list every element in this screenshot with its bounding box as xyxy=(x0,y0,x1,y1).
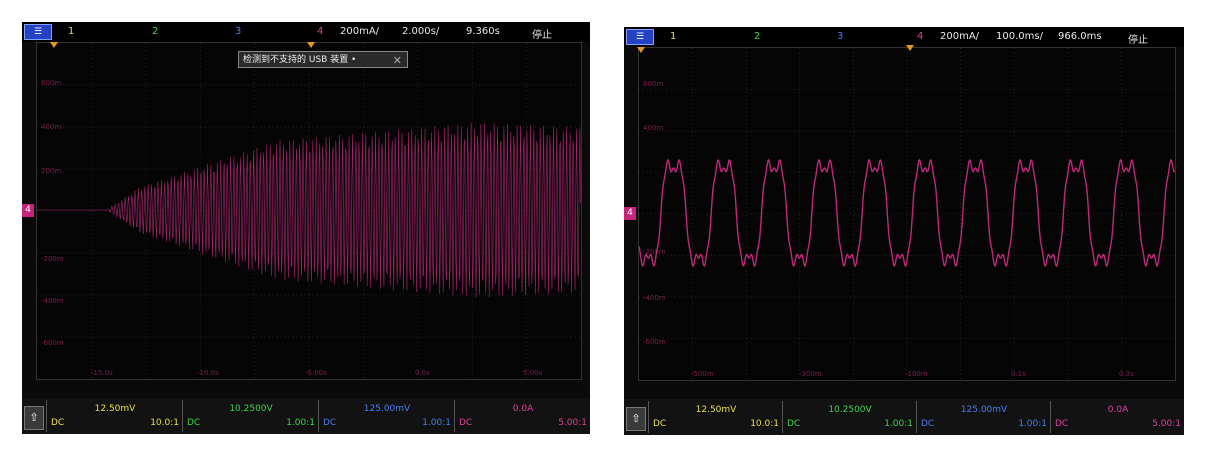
probe-ratio: 1.00:1 xyxy=(286,418,315,428)
scope-status-bar: ☰ 1 2 3 4 200mA/ 2.000s/ 9.360s 停止 xyxy=(22,22,590,42)
popup-message: 检测到不支持的 USB 装置 • xyxy=(243,55,357,65)
close-icon[interactable]: ✕ xyxy=(393,52,402,69)
oscilloscope-left: ☰ 1 2 3 4 200mA/ 2.000s/ 9.360s 停止 600m … xyxy=(22,22,590,434)
time-reference-marker[interactable] xyxy=(307,42,315,48)
x-tick-label: -300m xyxy=(799,370,822,378)
vertical-scale: 200mA/ xyxy=(340,26,380,37)
channel-value: 125.00mV xyxy=(363,404,411,414)
probe-ratio: 1.00:1 xyxy=(1018,419,1047,429)
probe-ratio: 5.00:1 xyxy=(558,418,587,428)
channel-4-indicator[interactable]: 4 xyxy=(317,26,323,37)
channel-coupling: DC xyxy=(51,418,65,428)
channel-4-indicator[interactable]: 4 xyxy=(917,31,923,42)
up-arrow-icon[interactable]: ⇧ xyxy=(24,406,44,430)
y-tick-label: -400m xyxy=(41,297,64,305)
channel-4-info[interactable]: 0.0A DC 5.00:1 xyxy=(1050,401,1184,433)
trigger-position-marker[interactable] xyxy=(637,47,645,53)
channel-coupling: DC xyxy=(459,418,473,428)
y-tick-label: 400m xyxy=(643,124,664,132)
x-tick-label: 0.0s xyxy=(415,369,430,377)
channel-value: 12.50mV xyxy=(695,405,737,415)
x-tick-label: -10.0s xyxy=(197,369,219,377)
run-status[interactable]: 停止 xyxy=(532,26,552,41)
trigger-delay: 9.360s xyxy=(466,26,500,37)
probe-ratio: 5.00:1 xyxy=(1152,419,1181,429)
y-tick-label: -600m xyxy=(41,339,64,347)
x-tick-label: 0.3s xyxy=(1119,370,1134,378)
channel-2-indicator[interactable]: 2 xyxy=(152,26,158,37)
x-tick-label: -500m xyxy=(691,370,714,378)
channel-1-info[interactable]: 12.50mV DC 10.0:1 xyxy=(46,400,183,432)
channel-value: 0.0A xyxy=(512,404,534,414)
waveform-display: 600m 400m -200m -400m -600m -500m -300m … xyxy=(638,47,1176,381)
y-tick-label: 600m xyxy=(41,79,62,87)
trigger-delay: 966.0ms xyxy=(1058,31,1102,42)
y-tick-label: 400m xyxy=(41,123,62,131)
y-tick-label: -200m xyxy=(643,248,666,256)
channel-coupling: DC xyxy=(921,419,935,429)
channel-1-indicator[interactable]: 1 xyxy=(68,26,74,37)
y-tick-label: -200m xyxy=(41,255,64,263)
x-tick-label: -5.00s xyxy=(305,369,327,377)
channel-1-indicator[interactable]: 1 xyxy=(670,31,676,42)
timebase: 2.000s/ xyxy=(402,26,440,37)
menu-icon[interactable]: ☰ xyxy=(24,24,52,40)
y-tick-label: 200m xyxy=(41,167,62,175)
x-tick-label: 0.1s xyxy=(1011,370,1026,378)
channel-2-indicator[interactable]: 2 xyxy=(754,31,760,42)
channel-info-bar: ⇧ 12.50mV DC 10.0:1 10.2500V DC 1.00:1 1… xyxy=(22,398,590,434)
channel-value: 10.2500V xyxy=(828,405,872,415)
waveform-display: 600m 400m 200m -200m -400m -600m -15.0s … xyxy=(36,42,582,380)
waveform-canvas xyxy=(37,43,581,379)
channel-2-info[interactable]: 10.2500V DC 1.00:1 xyxy=(782,401,917,433)
oscilloscope-right: ☰ 1 2 3 4 200mA/ 100.0ms/ 966.0ms 停止 600… xyxy=(624,27,1184,435)
channel-info-bar: ⇧ 12.50mV DC 10.0:1 10.2500V DC 1.00:1 1… xyxy=(624,399,1184,435)
channel-value: 0.0A xyxy=(1107,405,1129,415)
timebase: 100.0ms/ xyxy=(996,31,1043,42)
up-arrow-icon[interactable]: ⇧ xyxy=(626,407,646,431)
channel-4-waveform xyxy=(37,122,581,298)
vertical-scale: 200mA/ xyxy=(940,31,980,42)
run-status[interactable]: 停止 xyxy=(1128,31,1148,46)
channel-3-info[interactable]: 125.00mV DC 1.00:1 xyxy=(916,401,1051,433)
probe-ratio: 10.0:1 xyxy=(150,418,179,428)
channel-value: 10.2500V xyxy=(229,404,273,414)
probe-ratio: 10.0:1 xyxy=(750,419,779,429)
channel-3-indicator[interactable]: 3 xyxy=(235,26,241,37)
channel-4-ground-marker[interactable]: 4 xyxy=(22,204,34,217)
channel-2-info[interactable]: 10.2500V DC 1.00:1 xyxy=(182,400,319,432)
channel-3-info[interactable]: 125.00mV DC 1.00:1 xyxy=(318,400,455,432)
y-tick-label: -600m xyxy=(643,338,666,346)
time-reference-marker[interactable] xyxy=(906,45,914,51)
trigger-position-marker[interactable] xyxy=(50,42,58,48)
probe-ratio: 1.00:1 xyxy=(422,418,451,428)
channel-coupling: DC xyxy=(323,418,337,428)
usb-warning-popup: 检测到不支持的 USB 装置 • ✕ xyxy=(238,51,408,68)
channel-4-info[interactable]: 0.0A DC 5.00:1 xyxy=(454,400,590,432)
channel-3-indicator[interactable]: 3 xyxy=(837,31,843,42)
channel-value: 12.50mV xyxy=(94,404,136,414)
menu-icon[interactable]: ☰ xyxy=(626,29,654,45)
channel-4-ground-marker[interactable]: 4 xyxy=(624,207,636,220)
x-tick-label: -100m xyxy=(905,370,928,378)
y-tick-label: -400m xyxy=(643,294,666,302)
x-tick-label: 5.00s xyxy=(523,369,543,377)
probe-ratio: 1.00:1 xyxy=(884,419,913,429)
scope-status-bar: ☰ 1 2 3 4 200mA/ 100.0ms/ 966.0ms 停止 xyxy=(624,27,1184,47)
y-tick-label: 600m xyxy=(643,80,664,88)
channel-value: 125.00mV xyxy=(960,405,1008,415)
x-tick-label: -15.0s xyxy=(91,369,113,377)
waveform-canvas xyxy=(639,48,1175,380)
channel-coupling: DC xyxy=(653,419,667,429)
channel-1-info[interactable]: 12.50mV DC 10.0:1 xyxy=(648,401,783,433)
channel-coupling: DC xyxy=(1055,419,1069,429)
channel-coupling: DC xyxy=(187,418,201,428)
channel-coupling: DC xyxy=(787,419,801,429)
